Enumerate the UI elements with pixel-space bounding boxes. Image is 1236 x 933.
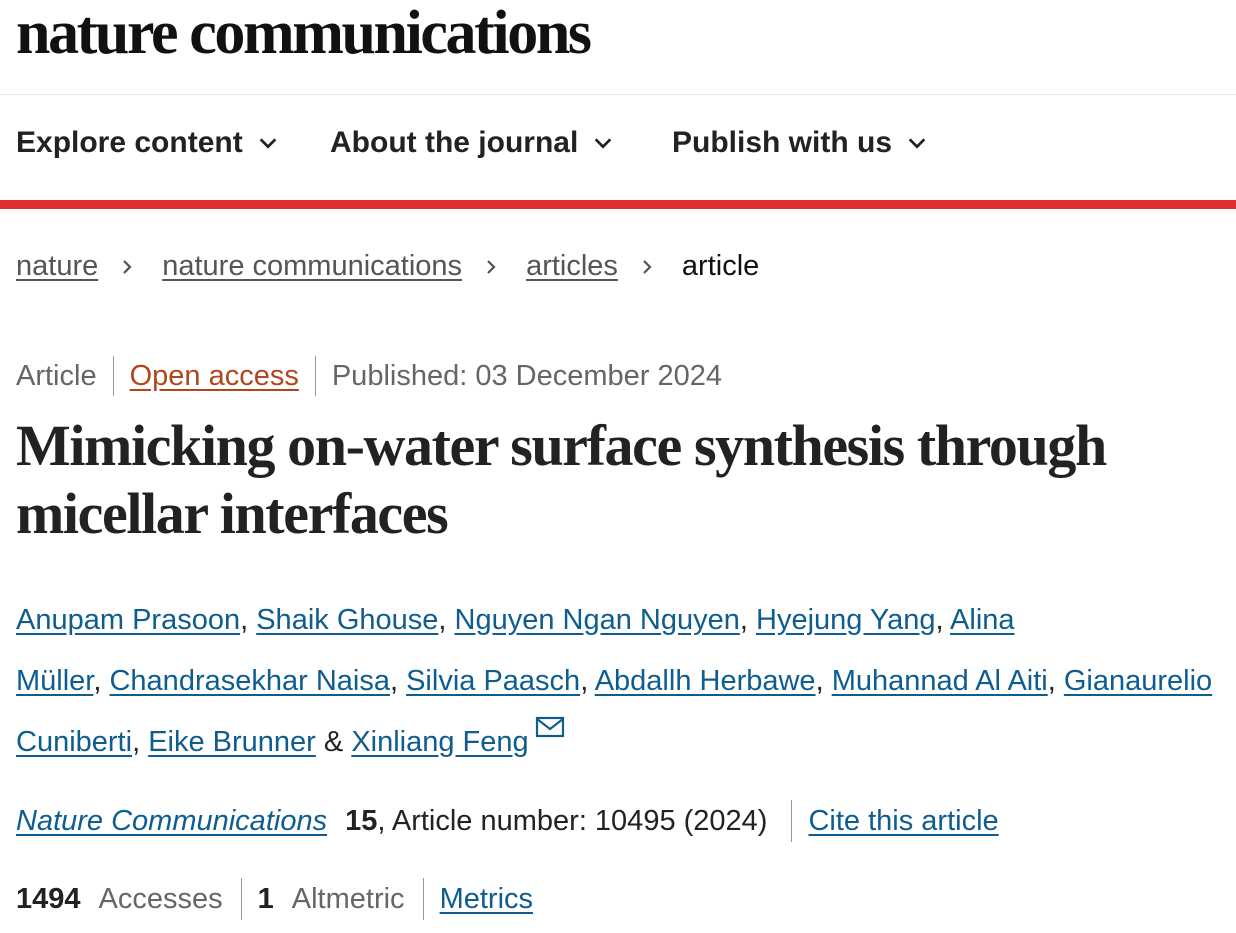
nav-item-label: About the journal [330, 126, 579, 159]
open-access-link[interactable]: Open access [130, 360, 299, 393]
author-separator: , [93, 665, 110, 697]
citation-line: Nature Communications 15 , Article numbe… [16, 800, 999, 842]
cite-this-article-link[interactable]: Cite this article [808, 805, 998, 838]
divider [240, 878, 242, 920]
nav-publish-with-us[interactable]: Publish with us [672, 126, 928, 160]
chevron-right-icon [123, 259, 132, 274]
author-link[interactable]: Anupam Prasoon [16, 604, 240, 636]
author-link[interactable]: Hyejung Yang [756, 604, 936, 636]
author-link[interactable]: Silvia Paasch [406, 665, 580, 697]
author-link[interactable]: Nguyen Ngan Nguyen [455, 604, 740, 636]
author-link[interactable]: Chandrasekhar Naisa [109, 665, 389, 697]
journal-link[interactable]: Nature Communications [16, 805, 327, 838]
author-separator: & [315, 726, 352, 758]
author-separator: , [389, 665, 407, 697]
accesses-label: Accesses [98, 882, 223, 915]
author-separator: , [739, 604, 756, 636]
divider [422, 878, 424, 920]
breadcrumb-link-articles[interactable]: articles [526, 250, 618, 283]
altmetric-count: 1 [257, 882, 274, 915]
nav-about-journal[interactable]: About the journal [330, 126, 672, 160]
chevron-down-icon [259, 138, 277, 149]
author-separator: , [935, 604, 951, 636]
author-link[interactable]: Eike Brunner [148, 726, 316, 758]
article-metrics: 1494 Accesses 1 Altmetric Metrics [16, 878, 533, 920]
breadcrumb-link-nature[interactable]: nature [16, 250, 98, 283]
divider [112, 356, 114, 396]
author-separator: , [580, 665, 595, 697]
divider [314, 356, 316, 396]
author-link[interactable]: Muhannad Al Aiti [832, 665, 1048, 697]
main-nav: Explore content About the journal Publis… [16, 126, 928, 160]
author-link[interactable]: Abdallh Herbawe [595, 665, 816, 697]
nav-explore-content[interactable]: Explore content [16, 126, 330, 160]
author-list: Anupam Prasoon, Shaik Ghouse, Nguyen Nga… [16, 590, 1216, 773]
journal-logo[interactable]: nature communications [16, 2, 592, 64]
volume-number: 15 [345, 804, 378, 837]
breadcrumb-link-nature-communications[interactable]: nature communications [162, 250, 462, 283]
breadcrumb-current: article [681, 250, 760, 282]
article-type: Article [16, 359, 97, 392]
accesses-count: 1494 [16, 882, 81, 915]
chevron-down-icon [908, 138, 926, 149]
chevron-right-icon [487, 259, 496, 274]
altmetric-label: Altmetric [291, 882, 405, 915]
divider [791, 800, 793, 842]
author-separator: , [438, 604, 455, 636]
article-meta: Article Open access Published: 03 Decemb… [16, 356, 722, 396]
header-divider [0, 94, 1236, 95]
author-separator: , [240, 604, 257, 636]
nav-item-label: Publish with us [672, 126, 893, 159]
author-separator: , [132, 726, 149, 758]
article-title: Mimicking on-water surface synthesis thr… [16, 413, 1107, 546]
metrics-link[interactable]: Metrics [440, 883, 533, 916]
published-date: Published: 03 December 2024 [331, 359, 722, 392]
article-number: , Article number: 10495 (2024) [377, 804, 768, 837]
author-separator: , [1047, 665, 1064, 697]
chevron-right-icon [643, 259, 652, 274]
nav-accent-bar [0, 200, 1236, 209]
mail-icon[interactable] [535, 715, 565, 739]
chevron-down-icon [595, 138, 612, 149]
author-separator: , [815, 665, 832, 697]
author-link[interactable]: Shaik Ghouse [256, 604, 438, 636]
nav-item-label: Explore content [16, 126, 243, 159]
author-link[interactable]: Xinliang Feng [351, 726, 528, 758]
breadcrumb: nature nature communications articles ar… [16, 250, 759, 283]
